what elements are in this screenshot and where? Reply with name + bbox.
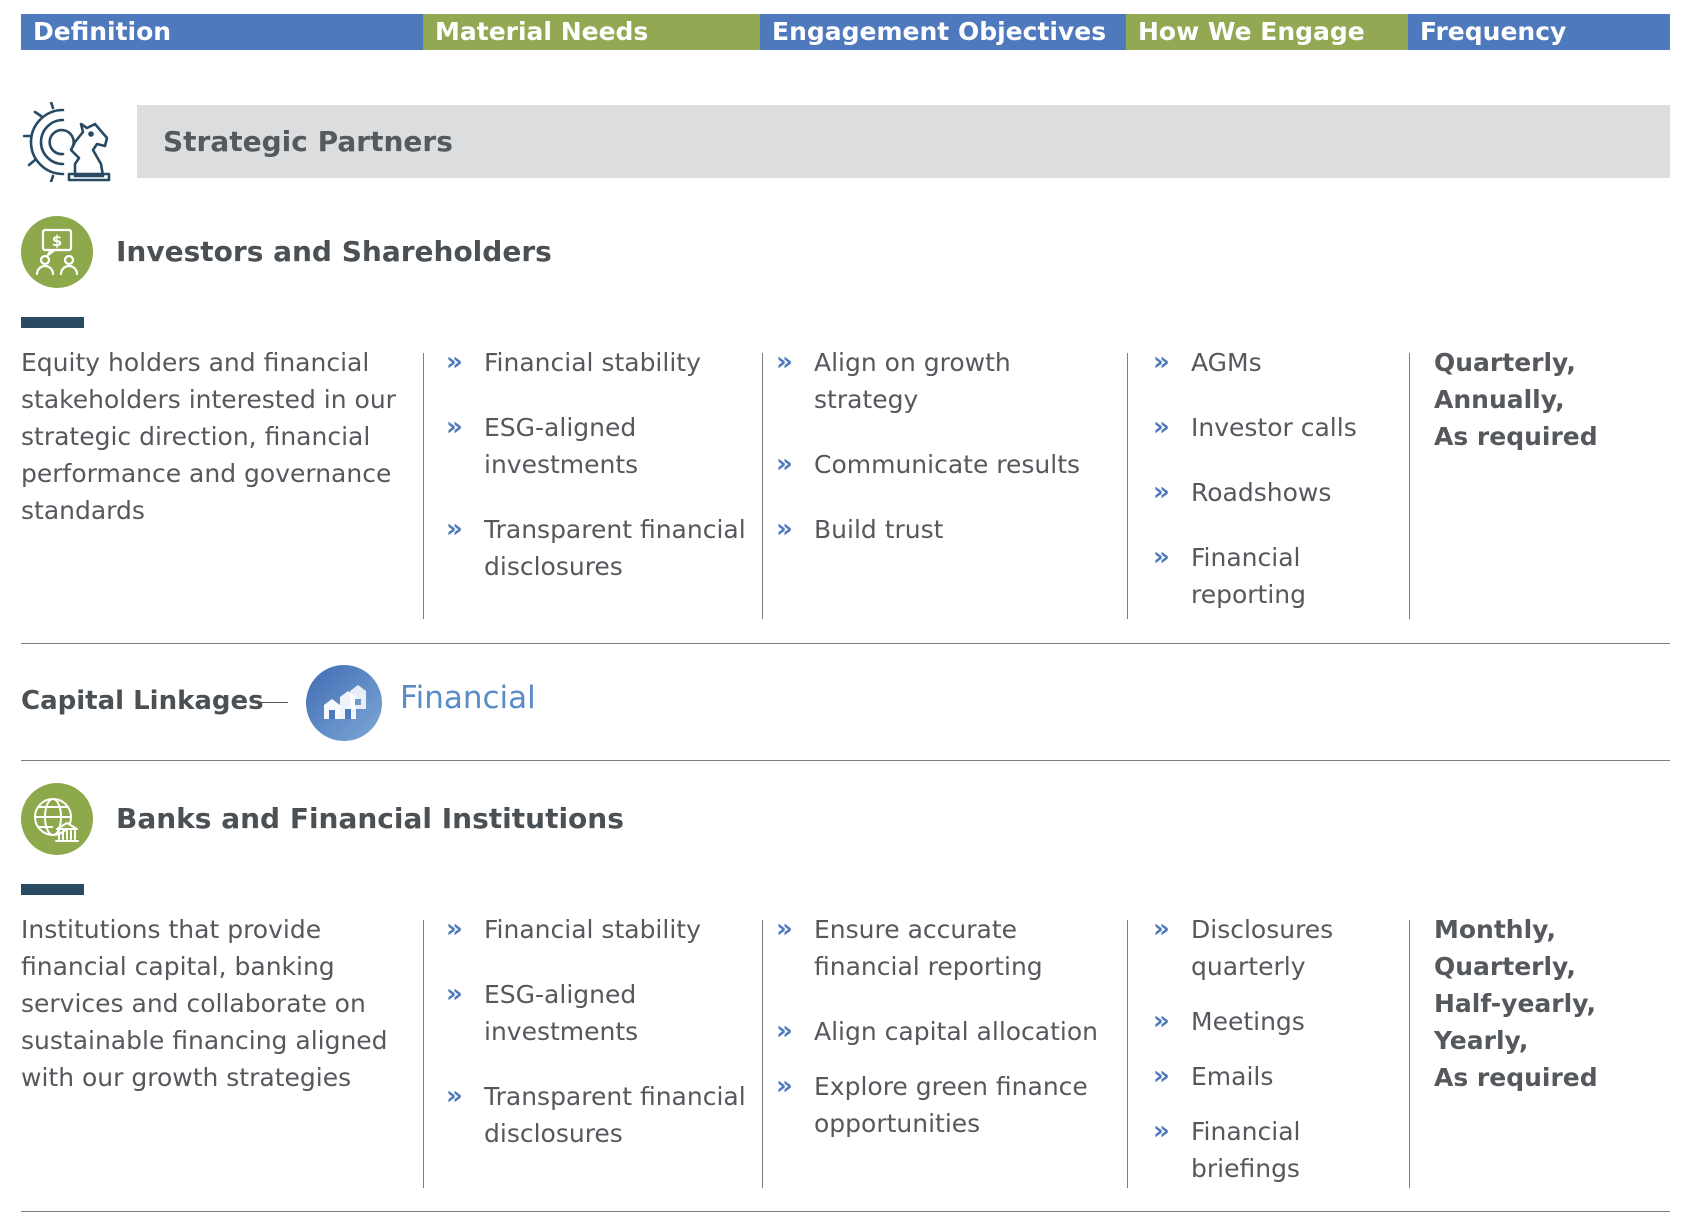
column-divider bbox=[1409, 353, 1410, 619]
list-item: » Disclosures quarterly bbox=[1153, 911, 1381, 985]
chevron-bullet-icon: » bbox=[776, 1016, 793, 1046]
chevron-bullet-icon: » bbox=[1153, 1006, 1170, 1036]
how-we-engage-banks: » Disclosures quarterly » Meetings » Emails… bbox=[1153, 911, 1393, 1187]
column-divider bbox=[762, 353, 763, 619]
chevron-bullet-icon: » bbox=[446, 412, 463, 442]
engagement-objectives-banks: » Ensure accurate financial reporting » Al… bbox=[776, 911, 1116, 1142]
divider-line bbox=[21, 1211, 1670, 1212]
list-item: » Meetings bbox=[1153, 1003, 1393, 1040]
section-accent-dash bbox=[21, 884, 84, 895]
list-item: » Align on growth strategy bbox=[776, 344, 1106, 418]
list-item: » Build trust bbox=[776, 511, 1106, 548]
frequency-investors: Quarterly, Annually, As required bbox=[1434, 348, 1598, 451]
section-title-investors: Investors and Shareholders bbox=[116, 235, 552, 268]
chevron-bullet-icon: » bbox=[1153, 1116, 1170, 1146]
svg-text:$: $ bbox=[52, 232, 62, 250]
list-item: » ESG-aligned investments bbox=[446, 976, 746, 1050]
divider-line bbox=[21, 760, 1670, 761]
list-item: » Explore green finance opportunities bbox=[776, 1068, 1116, 1142]
list-item: » Ensure accurate financial reporting bbox=[776, 911, 1116, 985]
definition-investors: Equity holders and financial stakeholder… bbox=[21, 348, 396, 525]
header-engagement-objectives: Engagement Objectives bbox=[760, 14, 1126, 50]
chevron-bullet-icon: » bbox=[776, 449, 793, 479]
list-item: » Financial stability bbox=[446, 344, 746, 381]
frequency-banks: Monthly, Quarterly, Half-yearly, Yearly,… bbox=[1434, 915, 1598, 1092]
list-item: » Emails bbox=[1153, 1058, 1393, 1095]
engagement-objectives-investors: » Align on growth strategy » Communicate r… bbox=[776, 344, 1106, 548]
chevron-bullet-icon: » bbox=[1153, 477, 1170, 507]
chevron-bullet-icon: » bbox=[446, 979, 463, 1009]
chevron-bullet-icon: » bbox=[776, 347, 793, 377]
chevron-bullet-icon: » bbox=[446, 347, 463, 377]
capital-name-financial: Financial bbox=[400, 680, 536, 716]
chevron-bullet-icon: » bbox=[776, 1071, 793, 1101]
list-item: » Transparent financial disclosures bbox=[446, 1078, 746, 1152]
list-item: » Financial stability bbox=[446, 911, 746, 948]
chevron-bullet-icon: » bbox=[1153, 542, 1170, 572]
list-item: » Investor calls bbox=[1153, 409, 1393, 446]
list-item: » Financial reporting bbox=[1153, 539, 1341, 613]
header-material-needs: Material Needs bbox=[423, 14, 760, 50]
material-needs-investors: » Financial stability » ESG-aligned invest… bbox=[446, 344, 746, 585]
financial-capital-icon bbox=[306, 665, 382, 741]
header-definition: Definition bbox=[21, 14, 423, 50]
strategic-partners-band: Strategic Partners bbox=[137, 105, 1670, 178]
chevron-bullet-icon: » bbox=[1153, 914, 1170, 944]
list-item: » Roadshows bbox=[1153, 474, 1393, 511]
column-divider bbox=[1409, 920, 1410, 1188]
column-divider bbox=[423, 353, 424, 619]
gear-knight-icon bbox=[22, 100, 115, 184]
list-item: » ESG-aligned investments bbox=[446, 409, 746, 483]
column-divider bbox=[762, 920, 763, 1188]
list-item: » Transparent financial disclosures bbox=[446, 511, 746, 585]
capital-linkages-label: Capital Linkages bbox=[21, 686, 264, 716]
column-divider bbox=[1127, 920, 1128, 1188]
list-item: » Align capital allocation bbox=[776, 1013, 1116, 1050]
chevron-bullet-icon: » bbox=[446, 1081, 463, 1111]
header-how-we-engage: How We Engage bbox=[1126, 14, 1408, 50]
column-divider bbox=[423, 920, 424, 1188]
divider-line bbox=[21, 643, 1670, 644]
section-accent-dash bbox=[21, 317, 84, 328]
chevron-bullet-icon: » bbox=[446, 914, 463, 944]
list-item: » AGMs bbox=[1153, 344, 1393, 381]
definition-banks: Institutions that provide financial capi… bbox=[21, 915, 388, 1092]
chevron-bullet-icon: » bbox=[1153, 347, 1170, 377]
header-frequency: Frequency bbox=[1408, 14, 1670, 50]
column-divider bbox=[1127, 353, 1128, 619]
capital-linkages-dash bbox=[258, 702, 288, 703]
investor-money-icon: $ bbox=[21, 216, 93, 288]
list-item: » Financial briefings bbox=[1153, 1113, 1341, 1187]
column-header-bar: Definition Material Needs Engagement Obj… bbox=[21, 14, 1670, 50]
chevron-bullet-icon: » bbox=[1153, 412, 1170, 442]
chevron-bullet-icon: » bbox=[776, 914, 793, 944]
globe-bank-icon bbox=[21, 783, 93, 855]
chevron-bullet-icon: » bbox=[446, 514, 463, 544]
list-item: » Communicate results bbox=[776, 446, 1106, 483]
section-title-banks: Banks and Financial Institutions bbox=[116, 802, 624, 835]
how-we-engage-investors: » AGMs » Investor calls » Roadshows » Financ… bbox=[1153, 344, 1393, 613]
material-needs-banks: » Financial stability » ESG-aligned invest… bbox=[446, 911, 746, 1152]
chevron-bullet-icon: » bbox=[1153, 1061, 1170, 1091]
chevron-bullet-icon: » bbox=[776, 514, 793, 544]
